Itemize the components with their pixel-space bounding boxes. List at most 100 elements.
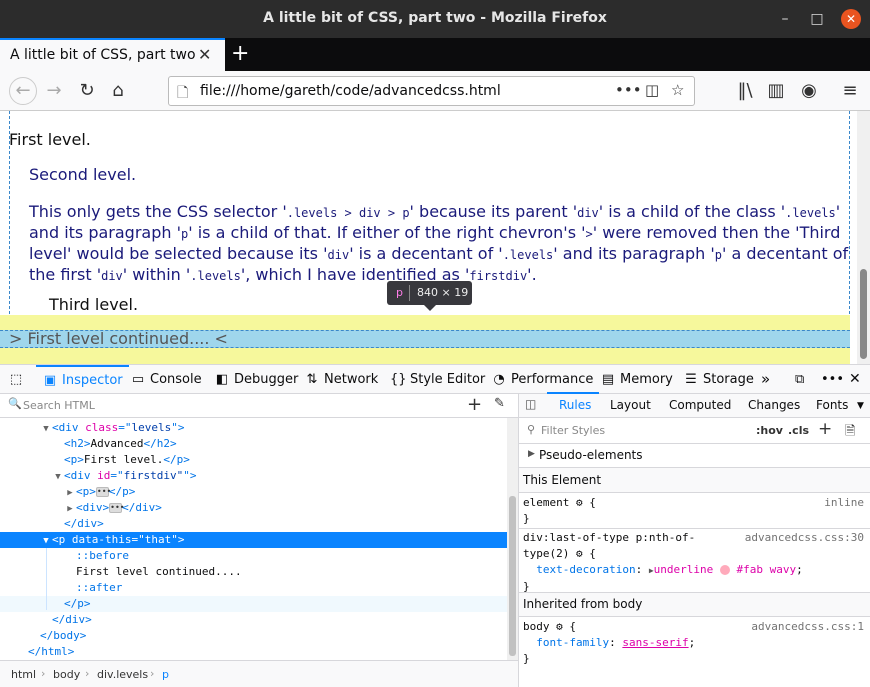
markup-node[interactable]: ▼ <div class="levels"> [0, 420, 507, 436]
sidebar-icon[interactable]: ▥ [764, 79, 788, 103]
close-devtools-icon[interactable]: ✕ [849, 365, 861, 394]
bookmark-star-icon[interactable]: ☆ [671, 81, 684, 99]
tab-network-label: Network [324, 372, 379, 387]
forward-icon[interactable]: → [42, 79, 66, 103]
browser-tab[interactable]: A little bit of CSS, part two ✕ [0, 38, 225, 71]
element-rule-source[interactable]: inline [824, 495, 864, 511]
more-tabs-icon[interactable]: » [761, 365, 770, 394]
inherited-header: Inherited from body [519, 592, 870, 617]
markup-token: </p> [163, 453, 190, 466]
tab-computed[interactable]: Computed [669, 398, 731, 412]
markup-node[interactable]: <p>First level.</p> [0, 452, 507, 468]
markup-node[interactable]: ▼ <div id="firstdiv""> [0, 468, 507, 484]
collapsed-ellipsis-icon[interactable]: ••• [95, 487, 111, 497]
collapsed-ellipsis-icon[interactable]: ••• [109, 503, 125, 513]
tab-memory[interactable]: ▤ Memory [600, 365, 673, 394]
expand-toggle-icon[interactable]: ▼ [40, 533, 52, 549]
minimize-button[interactable]: – [775, 9, 795, 29]
markup-node[interactable]: ::before [0, 548, 507, 564]
breadcrumb-body[interactable]: body [53, 668, 80, 681]
tab-storage[interactable]: ☰ Storage [683, 365, 754, 394]
breadcrumb-p[interactable]: p [162, 668, 169, 681]
tab-fonts[interactable]: Fonts [816, 398, 848, 412]
expand-toggle-icon[interactable]: ▼ [52, 469, 64, 485]
markup-scrollbar-thumb[interactable] [509, 496, 516, 656]
close-window-button[interactable]: ✕ [841, 9, 861, 29]
menu-icon[interactable]: ≡ [838, 79, 862, 103]
add-node-icon[interactable]: + [467, 394, 482, 415]
devtools-menu-icon[interactable]: ••• [821, 365, 844, 394]
url-text[interactable]: file:///home/gareth/code/advancedcss.htm… [200, 83, 501, 99]
rule-text-decoration[interactable]: div:last-of-type p:nth-of-advancedcss.cs… [523, 530, 868, 595]
reload-icon[interactable]: ↻ [75, 79, 99, 103]
pocket-icon[interactable]: ◫ [645, 81, 659, 99]
paragraph-text: ' is a child of that. If either of the r… [188, 223, 586, 242]
tab-rules[interactable]: Rules [559, 398, 591, 412]
property-name[interactable]: font-family [536, 636, 609, 649]
tab-inspector[interactable]: ▣ Inspector [36, 365, 129, 394]
markup-node[interactable]: </div> [0, 516, 507, 532]
markup-node[interactable]: </body> [0, 628, 507, 644]
property-value[interactable]: sans-serif [622, 636, 688, 649]
pseudo-elements-header[interactable]: ▶ Pseudo-elements [519, 444, 870, 468]
markup-scrollbar[interactable] [507, 418, 518, 660]
markup-node-selected[interactable]: ▼ <p data-this="that"> [0, 532, 507, 548]
markup-node[interactable]: First level continued.... [0, 564, 507, 580]
markup-node[interactable]: </div> [0, 612, 507, 628]
cls-toggle[interactable]: .cls [788, 424, 809, 437]
expand-toggle-icon[interactable]: ▶ [64, 485, 76, 501]
page-scrollbar[interactable] [857, 111, 870, 364]
back-icon[interactable]: ← [9, 77, 37, 105]
expand-toggle-icon[interactable]: ▶ [64, 501, 76, 517]
tab-console[interactable]: ▭ Console [130, 365, 202, 394]
tab-performance[interactable]: ◔ Performance [491, 365, 593, 394]
element-rule[interactable]: element ⚙ {inline } [523, 495, 868, 527]
eyedropper-icon[interactable]: ✎ [494, 396, 505, 411]
property-value[interactable]: underline [654, 563, 714, 576]
breadcrumb-html[interactable]: html [11, 668, 36, 681]
markup-node[interactable]: </html> [0, 644, 507, 660]
filter-styles-input[interactable]: Filter Styles [541, 424, 605, 437]
add-rule-icon[interactable]: + [818, 419, 832, 439]
markup-token: <p [52, 533, 72, 546]
maximize-button[interactable]: □ [807, 9, 827, 29]
account-icon[interactable]: ◉ [797, 79, 821, 103]
tab-style-editor[interactable]: {} Style Editor [390, 365, 485, 394]
toggle-pane-icon[interactable]: ◫ [525, 397, 536, 411]
library-icon[interactable]: ‖\ [733, 79, 757, 103]
rule-font-family[interactable]: body ⚙ {advancedcss.css:1 font-family: s… [523, 619, 868, 667]
page-scrollbar-thumb[interactable] [860, 269, 867, 359]
page-content: First level. Second level. This only get… [0, 111, 857, 364]
breadcrumb-div-levels[interactable]: div.levels [97, 668, 148, 681]
markup-node[interactable]: ▶ <div>•••</div> [0, 500, 507, 516]
dock-options-icon[interactable]: ⧉ [795, 365, 804, 394]
property-value-color[interactable]: #fab wavy [737, 563, 797, 576]
home-icon[interactable]: ⌂ [106, 79, 130, 103]
element-picker-icon[interactable]: ⬚ [8, 365, 28, 394]
markup-node[interactable]: ::after [0, 580, 507, 596]
tab-network[interactable]: ⇅ Network [304, 365, 379, 394]
close-tab-icon[interactable]: ✕ [198, 45, 211, 64]
markup-token: "> [171, 421, 185, 434]
tab-debugger[interactable]: ◧ Debugger [214, 365, 299, 394]
color-swatch[interactable] [719, 565, 730, 575]
search-html-input[interactable]: Search HTML [23, 399, 95, 412]
tab-layout[interactable]: Layout [610, 398, 651, 412]
new-tab-button[interactable]: + [231, 41, 249, 66]
print-media-icon[interactable]: 🗎 [845, 422, 855, 444]
url-bar[interactable]: 🗋 file:///home/gareth/code/advancedcss.h… [168, 76, 695, 106]
devtools-toolbar: ⬚ ▣ Inspector ▭ Console ◧ Debugger ⇅ Network… [0, 364, 870, 394]
markup-node[interactable]: <h2>Advanced</h2> [0, 436, 507, 452]
markup-node[interactable]: </p> [0, 596, 507, 612]
markup-token: </body> [40, 629, 87, 642]
tab-changes[interactable]: Changes [748, 398, 800, 412]
more-sidebar-tabs-icon[interactable]: ▼ [857, 401, 864, 411]
hov-toggle[interactable]: :hov [756, 424, 783, 437]
rule-source-link[interactable]: advancedcss.css:1 [751, 619, 864, 635]
rule-source-link[interactable]: advancedcss.css:30 [745, 530, 864, 546]
markup-node[interactable]: ▶ <p>•••</p> [0, 484, 507, 500]
page-actions-icon[interactable]: ••• [615, 81, 642, 99]
property-name[interactable]: text-decoration [536, 563, 635, 576]
infobar-separator [409, 285, 410, 301]
expand-toggle-icon[interactable]: ▼ [40, 421, 52, 437]
